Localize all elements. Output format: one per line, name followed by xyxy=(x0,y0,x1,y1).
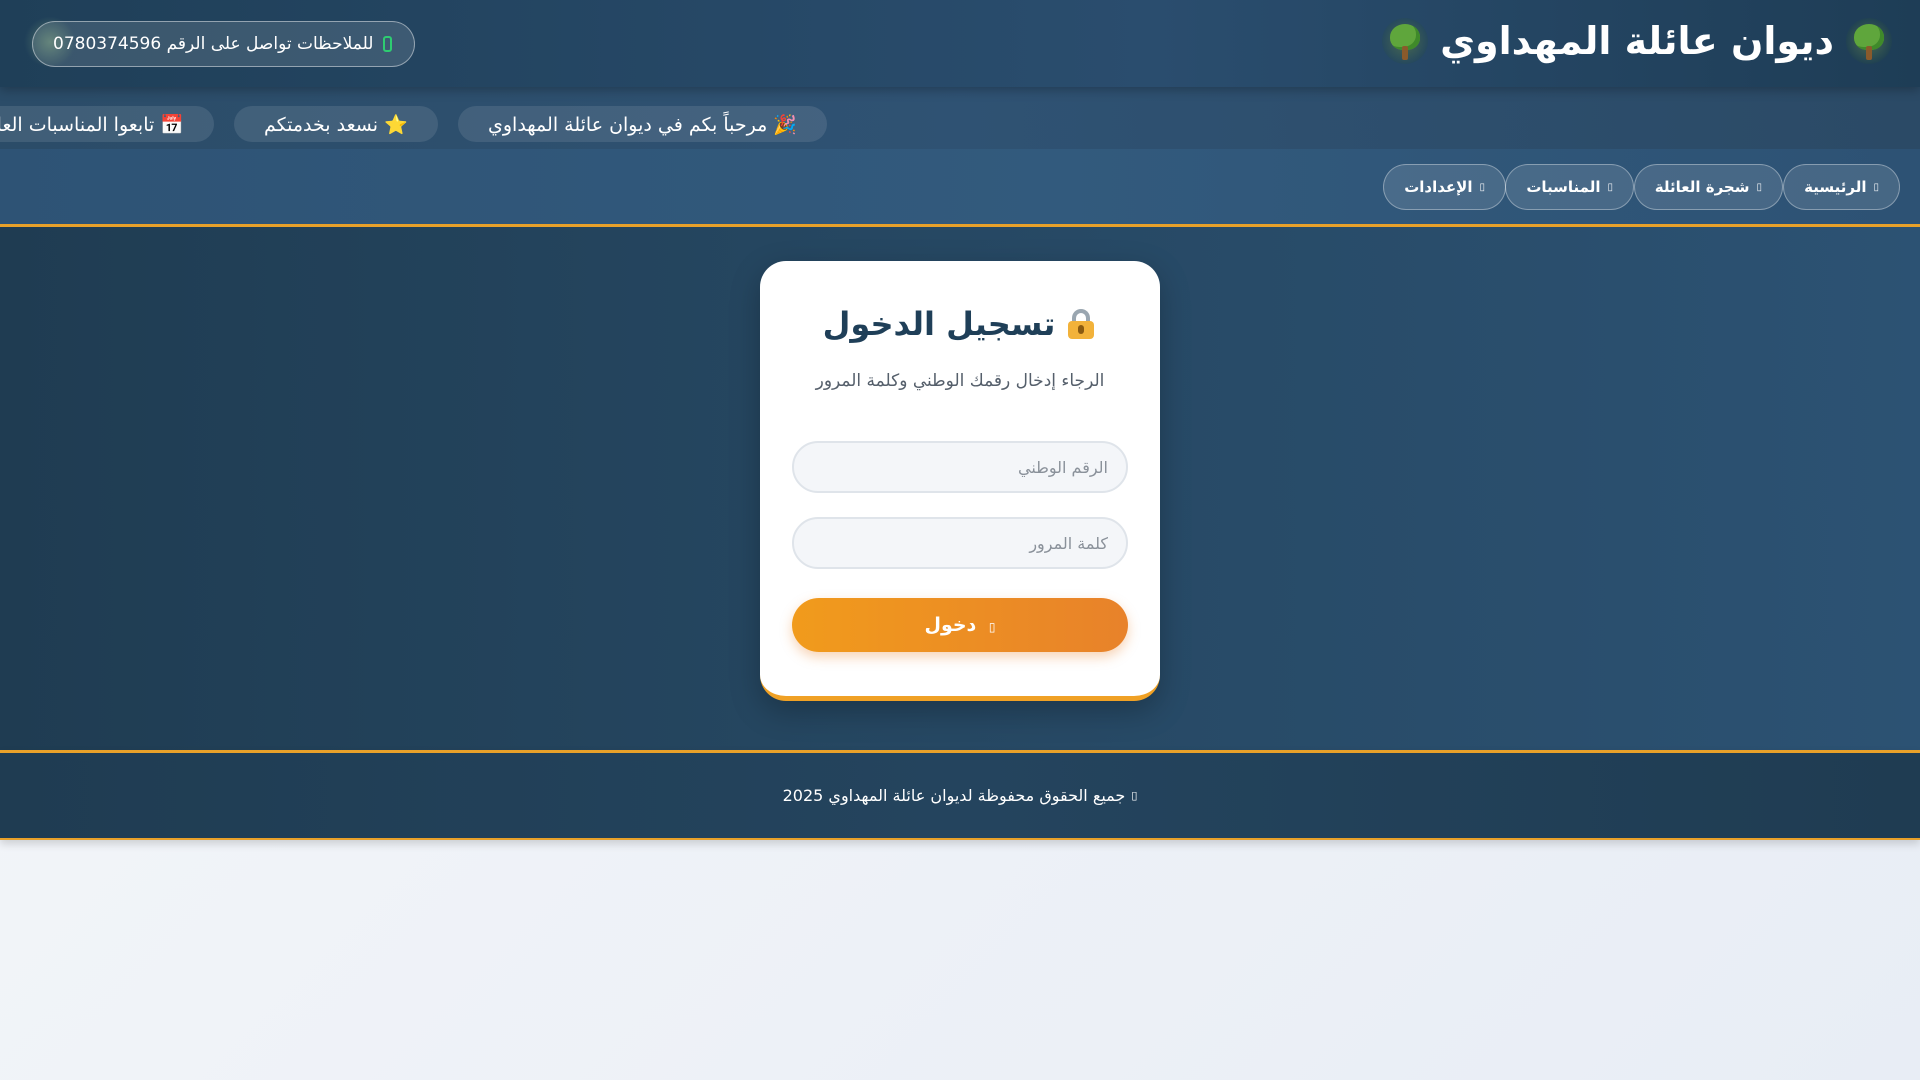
footer: ▯ جميع الحقوق محفوظة لديوان عائلة المهدا… xyxy=(0,750,1920,840)
login-button[interactable]: ▯ دخول xyxy=(792,598,1128,652)
login-subtitle: الرجاء إدخال رقمك الوطني وكلمة المرور xyxy=(815,371,1105,391)
news-ticker: 🎉 مرحباً بكم في ديوان عائلة المهداوي ⭐ ن… xyxy=(0,87,1920,149)
ticker-item-service: ⭐ نسعد بخدمتكم xyxy=(234,106,438,142)
lock-icon xyxy=(1065,308,1097,340)
footer-text: جميع الحقوق محفوظة لديوان عائلة المهداوي… xyxy=(782,786,1126,805)
nav-family-tree-label: شجرة العائلة xyxy=(1654,178,1750,196)
site-title: ديوان عائلة المهداوي xyxy=(1382,18,1892,64)
nav-settings-label: الإعدادات xyxy=(1404,178,1473,196)
password-input[interactable] xyxy=(792,517,1128,569)
contact-text: للملاحظات تواصل على الرقم 0780374596 xyxy=(53,34,374,54)
ticker-item-events: 📅 تابعوا المناسبات العائلية xyxy=(0,106,214,142)
main-nav: ▯ الرئيسية ▯ شجرة العائلة ▯ المناسبات ▯ … xyxy=(0,149,1920,227)
contact-pill[interactable]: للملاحظات تواصل على الرقم 0780374596 xyxy=(32,21,416,67)
ticker-item-text: 📅 تابعوا المناسبات العائلية xyxy=(0,113,184,136)
nav-settings[interactable]: ▯ الإعدادات xyxy=(1383,164,1506,210)
nav-events[interactable]: ▯ المناسبات xyxy=(1505,164,1634,210)
sign-in-icon: ▯ xyxy=(988,620,996,634)
tree-icon xyxy=(1382,18,1429,64)
login-card: تسجيل الدخول الرجاء إدخال رقمك الوطني وك… xyxy=(760,261,1160,701)
copyright-icon: ▯ xyxy=(1131,789,1138,802)
main-content: تسجيل الدخول الرجاء إدخال رقمك الوطني وك… xyxy=(0,227,1920,750)
login-title-text: تسجيل الدخول xyxy=(822,305,1056,343)
home-icon: ▯ xyxy=(1873,181,1879,193)
calendar-icon: ▯ xyxy=(1607,181,1613,193)
header: ديوان عائلة المهداوي للملاحظات تواصل على… xyxy=(0,0,1920,87)
national-id-input[interactable] xyxy=(792,441,1128,493)
gear-icon: ▯ xyxy=(1479,181,1485,193)
login-title: تسجيل الدخول xyxy=(760,305,1160,343)
nav-home-label: الرئيسية xyxy=(1804,178,1867,196)
nav-family-tree[interactable]: ▯ شجرة العائلة xyxy=(1633,164,1783,210)
nav-events-label: المناسبات xyxy=(1526,178,1601,196)
ticker-item-text: 🎉 مرحباً بكم في ديوان عائلة المهداوي xyxy=(488,113,797,136)
nav-home[interactable]: ▯ الرئيسية xyxy=(1783,164,1900,210)
ticker-item-welcome: 🎉 مرحباً بكم في ديوان عائلة المهداوي xyxy=(458,106,827,142)
site-title-text: ديوان عائلة المهداوي xyxy=(1440,19,1834,63)
whatsapp-icon xyxy=(383,36,393,52)
login-button-label: دخول xyxy=(924,614,977,636)
ticker-item-text: ⭐ نسعد بخدمتكم xyxy=(264,113,408,136)
tree-icon: ▯ xyxy=(1756,181,1762,193)
tree-icon xyxy=(1846,18,1892,64)
